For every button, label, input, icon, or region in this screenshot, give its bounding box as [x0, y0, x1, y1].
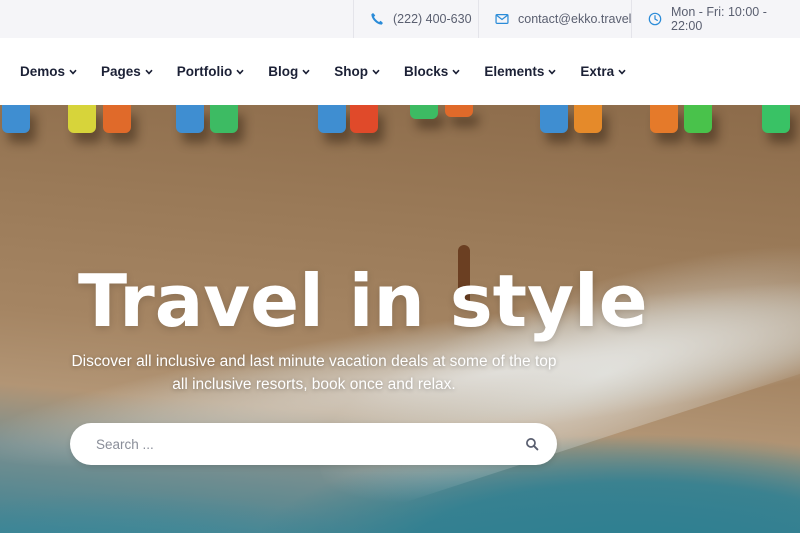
- nav-menu: Demos Pages Portfolio Blog Shop Blocks E…: [20, 38, 650, 105]
- beach-chair: [210, 105, 238, 133]
- nav-item-label: Shop: [334, 64, 369, 79]
- chevron-down-icon: [69, 69, 77, 75]
- beach-chair: [103, 105, 131, 133]
- envelope-icon: [495, 14, 509, 24]
- chevron-down-icon: [236, 69, 244, 75]
- search-input[interactable]: [70, 423, 507, 465]
- top-info-bar: (222) 400-630 contact@ekko.travel Mon - …: [0, 0, 800, 38]
- nav-item-blocks[interactable]: Blocks: [404, 64, 460, 79]
- nav-item-label: Blocks: [404, 64, 449, 79]
- beach-chair: [410, 105, 438, 119]
- nav-item-label: Portfolio: [176, 64, 233, 79]
- hero-section: Travel in style Discover all inclusive a…: [0, 105, 800, 533]
- beach-chair: [684, 105, 712, 133]
- nav-item-elements[interactable]: Elements: [484, 64, 556, 79]
- main-navigation: Demos Pages Portfolio Blog Shop Blocks E…: [0, 38, 800, 105]
- beach-chair: [540, 105, 568, 133]
- chevron-down-icon: [145, 69, 153, 75]
- chevron-down-icon: [618, 69, 626, 75]
- nav-item-shop[interactable]: Shop: [334, 64, 380, 79]
- nav-item-label: Pages: [101, 64, 141, 79]
- chevron-down-icon: [372, 69, 380, 75]
- search-icon: [526, 438, 539, 451]
- beach-chair: [350, 105, 378, 133]
- clock-icon: [648, 12, 662, 26]
- beach-chair: [318, 105, 346, 133]
- chevron-down-icon: [452, 69, 460, 75]
- nav-item-portfolio[interactable]: Portfolio: [177, 64, 245, 79]
- nav-item-label: Blog: [268, 64, 299, 79]
- nav-item-pages[interactable]: Pages: [101, 64, 153, 79]
- beach-chair: [762, 105, 790, 133]
- hours-text: Mon - Fri: 10:00 - 22:00: [671, 5, 767, 33]
- nav-item-blog[interactable]: Blog: [268, 64, 310, 79]
- hero-title: Travel in style: [78, 259, 648, 343]
- beach-chair: [68, 105, 96, 133]
- beach-chair: [650, 105, 678, 133]
- beach-chair: [445, 105, 473, 117]
- contact-phone[interactable]: (222) 400-630: [353, 0, 478, 38]
- opening-hours: Mon - Fri: 10:00 - 22:00: [631, 0, 800, 38]
- email-text: contact@ekko.travel: [518, 12, 632, 26]
- nav-item-label: Extra: [580, 64, 615, 79]
- nav-item-label: Demos: [20, 64, 66, 79]
- hero-subtitle: Discover all inclusive and last minute v…: [71, 353, 557, 393]
- search-bar: [70, 423, 557, 465]
- nav-item-extra[interactable]: Extra: [580, 64, 626, 79]
- phone-icon: [371, 13, 383, 25]
- beach-chair: [176, 105, 204, 133]
- chevron-down-icon: [548, 69, 556, 75]
- nav-item-label: Elements: [484, 64, 545, 79]
- beach-chair: [574, 105, 602, 133]
- beach-chairs: [0, 105, 800, 145]
- nav-item-demos[interactable]: Demos: [20, 64, 77, 79]
- beach-chair: [2, 105, 30, 133]
- chevron-down-icon: [302, 69, 310, 75]
- phone-text: (222) 400-630: [393, 12, 472, 26]
- search-button[interactable]: [507, 423, 557, 465]
- contact-email[interactable]: contact@ekko.travel: [478, 0, 631, 38]
